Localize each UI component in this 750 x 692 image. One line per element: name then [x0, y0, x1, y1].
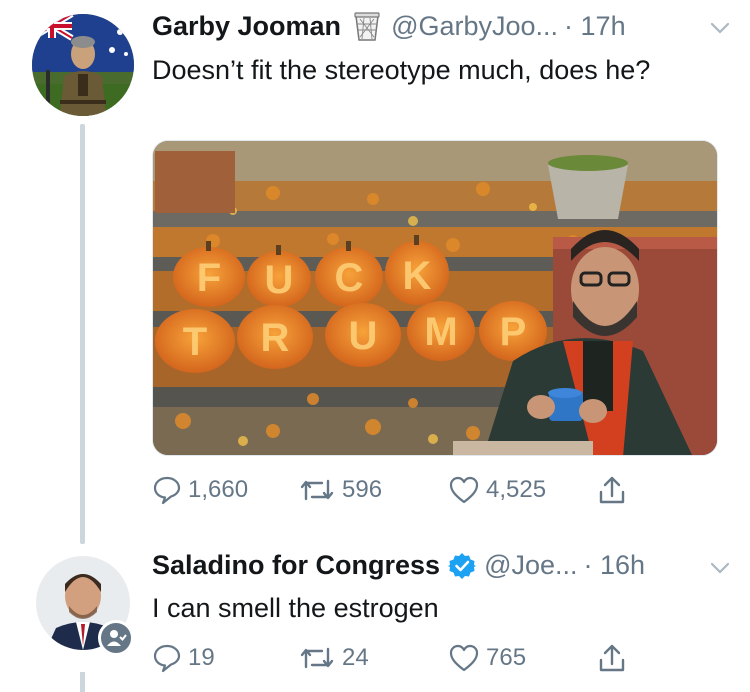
reply-count: 1,660 — [188, 476, 249, 503]
pumpkin-letter: U — [349, 314, 378, 358]
retweet-count: 596 — [342, 476, 383, 503]
display-name[interactable]: Saladino for Congress — [152, 550, 440, 581]
reply-icon — [152, 643, 182, 673]
pumpkin-letter: P — [500, 310, 527, 354]
thread-connector — [80, 124, 85, 544]
user-handle[interactable]: @GarbyJoo... — [391, 11, 558, 42]
reply-count: 19 — [188, 644, 215, 671]
thread-connector-bottom — [80, 672, 85, 692]
timestamp[interactable]: · 17h — [564, 11, 626, 42]
like-count: 765 — [486, 644, 527, 671]
pumpkin-letter: F — [197, 256, 221, 300]
chevron-down-icon[interactable] — [708, 556, 732, 587]
tweet-header: Garby Jooman @GarbyJoo... · 17h — [152, 10, 732, 42]
reply-icon — [152, 475, 182, 505]
pumpkin-letter: K — [403, 254, 432, 298]
retweet-count: 24 — [342, 644, 369, 671]
like-button[interactable]: 4,525 — [448, 475, 596, 505]
trash-can-icon — [351, 10, 383, 42]
tweet-actions: 19 24 765 — [152, 642, 628, 674]
timestamp[interactable]: · 16h — [584, 550, 646, 581]
retweet-icon — [298, 643, 336, 673]
share-icon — [596, 474, 628, 506]
tweet-text: Doesn’t fit the stereotype much, does he… — [152, 55, 651, 85]
pumpkin-letter: R — [261, 316, 290, 360]
share-icon — [596, 642, 628, 674]
pumpkin-letter: M — [424, 310, 457, 354]
like-button[interactable]: 765 — [448, 643, 596, 673]
follow-user-icon[interactable] — [98, 620, 134, 656]
pumpkin-letter: U — [265, 258, 294, 302]
tweet-header: Saladino for Congress @Joe... · 16h — [152, 550, 732, 581]
retweet-button[interactable]: 24 — [298, 643, 448, 673]
verified-badge-icon — [448, 552, 477, 580]
avatar-image — [32, 14, 134, 116]
like-count: 4,525 — [486, 476, 547, 503]
tweet-media-image[interactable]: F U C K T R U M P — [152, 140, 718, 456]
tweet-text: I can smell the estrogen — [152, 593, 439, 623]
heart-icon — [448, 475, 480, 505]
pumpkin-letter: T — [183, 320, 207, 364]
user-handle[interactable]: @Joe... — [484, 550, 577, 581]
retweet-icon — [298, 475, 336, 505]
reply-button[interactable]: 1,660 — [152, 475, 298, 505]
tweet-actions: 1,660 596 4,525 — [152, 474, 628, 506]
reply-button[interactable]: 19 — [152, 643, 298, 673]
avatar[interactable] — [32, 14, 134, 116]
pumpkin-letter: C — [335, 256, 364, 300]
share-button[interactable] — [596, 474, 628, 506]
heart-icon — [448, 643, 480, 673]
display-name[interactable]: Garby Jooman — [152, 11, 341, 42]
share-button[interactable] — [596, 642, 628, 674]
chevron-down-icon[interactable] — [708, 16, 732, 47]
retweet-button[interactable]: 596 — [298, 475, 448, 505]
